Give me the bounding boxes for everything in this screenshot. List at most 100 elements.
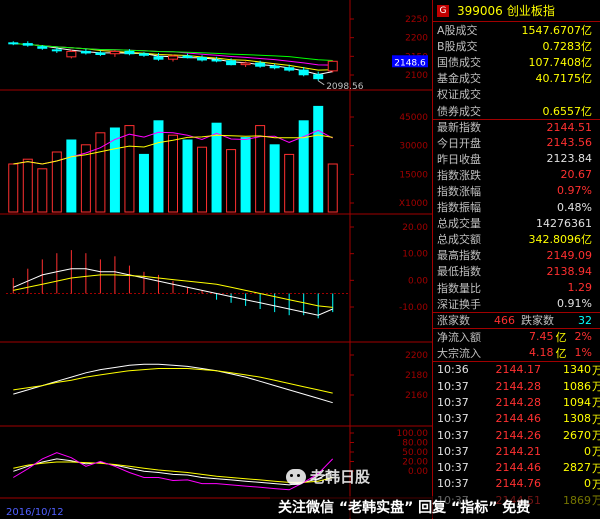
candle[interactable] [313,74,324,80]
stat-label: 指数涨幅 [437,184,481,198]
down-count: 32 [578,313,592,327]
stat-value: 40.7175亿 [535,72,593,86]
candle[interactable] [138,53,149,56]
stat-row: 总成交额 342.8096亿 [433,231,600,247]
stat-value: 0.6557亿 [542,104,593,118]
candle[interactable] [8,42,19,45]
tick-row[interactable]: 10:37 2144.76 0 万 [433,476,600,492]
candle[interactable] [80,50,91,54]
volume-bar[interactable] [255,125,266,213]
candle[interactable] [255,62,266,67]
tick-row[interactable]: 10:37 2144.26 2670 万 [433,427,600,443]
volume-bar[interactable] [153,120,164,213]
tick-row[interactable]: 10:37 2144.28 1086 万 [433,378,600,394]
stat-label: 今日开盘 [437,136,481,150]
volume-bar[interactable] [66,139,77,213]
tick-volume: 1308 [563,412,591,426]
tick-unit: 万 [592,477,600,491]
tick-row[interactable]: 10:37 2144.46 2827 万 [433,459,600,475]
stat-label: 昨日收盘 [437,152,481,166]
stat-value: 14276361 [536,216,592,230]
tick-unit: 万 [592,412,600,426]
stat-value: 1.29 [567,281,593,295]
wechat-icon [286,468,306,485]
tick-price: 2144.21 [495,444,542,458]
candle[interactable] [124,50,135,55]
tick-volume: 0 [584,477,591,491]
volume-bar[interactable] [211,122,222,213]
candle[interactable] [226,60,237,66]
candle[interactable] [66,50,77,58]
kline-chart[interactable]: 22502200215021002148.62098.56 4500030000… [0,0,432,519]
volume-bar[interactable] [240,137,251,213]
flow-value: 7.45 [529,330,554,344]
stat-value: 1547.6707亿 [521,24,593,38]
tick-row[interactable]: 10:37 2144.21 0 万 [433,443,600,459]
volume-bar[interactable] [197,146,208,213]
volume-bar[interactable] [226,149,237,213]
stat-value: 0.97% [557,184,592,198]
candle[interactable] [153,56,164,60]
volume-bar[interactable] [327,163,338,213]
candle[interactable] [109,50,120,55]
candle[interactable] [37,46,48,49]
volume-bar[interactable] [37,168,48,213]
tick-row[interactable]: 10:36 2144.17 1340 万 [433,362,600,378]
axis-label: 15000 [399,170,428,180]
tick-unit: 万 [592,461,600,475]
axis-label: 30000 [399,142,428,152]
tick-row[interactable]: 10:37 2144.28 1094 万 [433,394,600,410]
tick-volume: 0 [584,444,591,458]
stat-row: 指数量比 1.29 [433,280,600,296]
stat-row: 指数涨幅 0.97% [433,183,600,199]
candle[interactable] [167,55,179,60]
volume-bar[interactable] [109,127,120,213]
volume-bar[interactable] [298,120,309,213]
candle[interactable] [182,55,193,59]
stat-row: 债券成交 0.6557亿 [433,102,600,118]
volume-bar[interactable] [95,132,106,213]
candle[interactable] [51,49,62,52]
candle[interactable] [327,60,338,72]
up-count: 466 [494,313,515,327]
stat-label: 指数量比 [437,281,481,295]
candle[interactable] [22,43,33,46]
volume-bar[interactable] [124,125,135,213]
tick-time: 10:37 [437,412,469,426]
tick-price: 2144.76 [495,477,542,491]
candle[interactable] [284,67,295,71]
axis-label: 20.00 [402,223,428,233]
volume-bar[interactable] [22,158,33,213]
axis-label: 20.00 [402,458,428,468]
stat-label: 基金成交 [437,72,481,86]
candle[interactable] [95,52,106,56]
flow-value: 4.18 [529,346,554,360]
stat-label: 最新指数 [437,121,481,135]
candle[interactable] [197,57,208,61]
volume-bar[interactable] [269,144,280,213]
tick-list[interactable]: 10:36 2144.17 1340 万 10:37 2144.28 1086 万 10:37 2… [433,360,600,509]
candle[interactable] [269,65,280,69]
stat-row: 最高指数 2149.09 [433,247,600,263]
volume-bar[interactable] [182,139,193,213]
volume-bar[interactable] [8,163,19,213]
candle[interactable] [298,69,309,76]
candle[interactable] [240,62,251,66]
stat-value: 342.8096亿 [528,233,593,247]
down-count-label: 跌家数 [521,314,554,328]
stat-label: 债券成交 [437,104,481,118]
index-name: 创业板指 [506,4,555,18]
stat-value: 2143.56 [546,136,593,150]
volume-bar[interactable] [138,153,149,213]
tick-unit: 万 [592,396,600,410]
flow-pct: 2% [574,330,592,344]
volume-bar[interactable] [313,105,324,213]
candle[interactable] [211,59,222,62]
volume-bar[interactable] [167,134,179,213]
axis-label: 2180 [405,371,428,381]
quote-panel: G 399006 创业板指 A股成交 1547.6707亿 B股成交 0.7283亿国… [432,0,600,519]
volume-bar[interactable] [284,153,295,213]
stat-label: 指数振幅 [437,201,481,215]
flow-row: 净流入额 7.45 亿 2% [433,329,600,345]
tick-row[interactable]: 10:37 2144.46 1308 万 [433,411,600,427]
